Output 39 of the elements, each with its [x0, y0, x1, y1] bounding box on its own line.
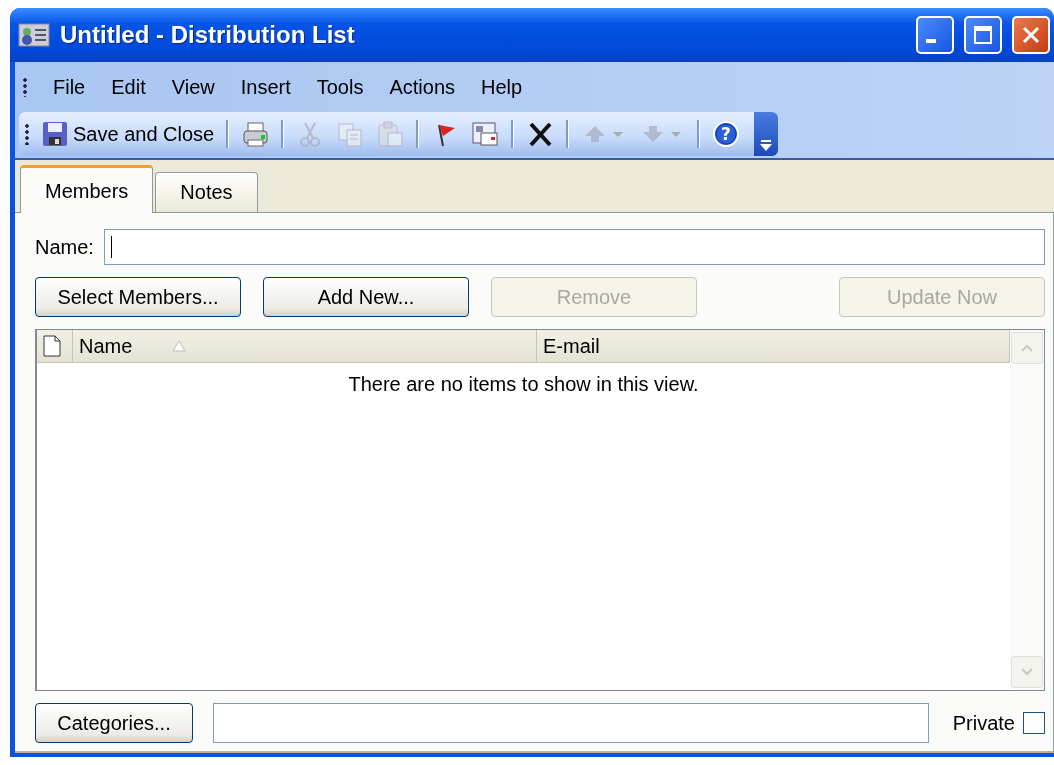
private-label: Private: [952, 711, 1015, 735]
menu-item[interactable]: Help: [469, 71, 535, 103]
menu-item[interactable]: Tools: [304, 71, 376, 103]
menu-item[interactable]: Actions: [377, 71, 468, 103]
name-field[interactable]: [103, 229, 1045, 265]
name-label: Name:: [35, 235, 94, 259]
window-title: Untitled - Distribution List: [60, 21, 356, 49]
tab[interactable]: Notes: [155, 172, 258, 212]
action-button[interactable]: Select Members...: [35, 277, 241, 317]
menu-item[interactable]: File: [41, 71, 98, 103]
scroll-down-icon: [1020, 667, 1034, 677]
scrollbar[interactable]: [1010, 330, 1044, 690]
menu-item[interactable]: View: [159, 71, 227, 103]
address-card-icon: [471, 120, 500, 148]
distribution-list-icon: [18, 22, 50, 48]
maximize-button[interactable]: [964, 16, 1002, 54]
categories-field[interactable]: [213, 703, 929, 743]
menu-item[interactable]: Edit: [99, 71, 158, 103]
sort-triangle-icon: [172, 340, 187, 352]
chevron-icon: [759, 140, 774, 152]
save-close-button[interactable]: Save and Close: [37, 118, 219, 150]
private-checkbox[interactable]: [1023, 712, 1045, 734]
categories-button[interactable]: Categories...: [35, 703, 193, 743]
column-header[interactable]: Name: [73, 330, 537, 362]
close-button[interactable]: [1012, 16, 1050, 54]
tab[interactable]: Members: [20, 165, 154, 213]
menu-item[interactable]: Insert: [228, 71, 303, 103]
copy-icon: [336, 120, 365, 148]
toolbar-options-button[interactable]: [754, 112, 779, 156]
minimize-button[interactable]: [916, 16, 954, 54]
clipboard-icon: [376, 120, 405, 148]
empty-list-message: There are no items to show in this view.: [347, 372, 700, 396]
maximize-icon: [972, 24, 994, 46]
action-button[interactable]: Add New...: [263, 277, 469, 317]
close-icon: [1020, 24, 1042, 46]
minimize-icon: [926, 39, 936, 43]
printer-icon: [241, 120, 270, 148]
document-icon: [43, 335, 61, 357]
scroll-up-icon: [1020, 343, 1034, 353]
